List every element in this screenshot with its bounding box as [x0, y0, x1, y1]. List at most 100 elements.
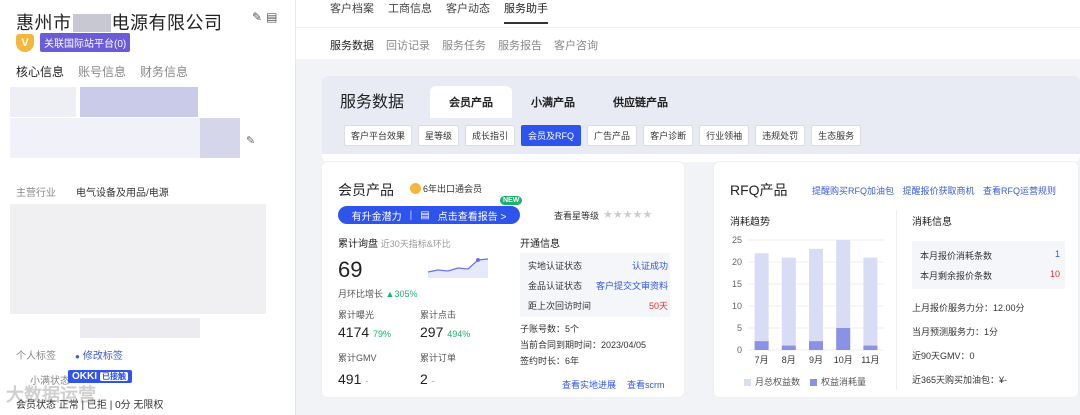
tab-customer-profile[interactable]: 客户档案	[330, 0, 374, 24]
chip-ad-products[interactable]: 广告产品	[587, 125, 638, 146]
view-onsite-progress-link[interactable]: 查看实地进展	[562, 378, 616, 391]
document-icon[interactable]: ▤	[266, 10, 277, 24]
left-tabs: 核心信息 账号信息 财务信息	[16, 63, 188, 80]
inquiry-label: 累计询盘 近30天指标&环比	[338, 235, 451, 250]
tab-finance-info[interactable]: 财务信息	[140, 63, 188, 80]
quota-used-label: 本月报价消耗条数	[920, 251, 993, 261]
exposure-value: 4174 79%	[338, 324, 391, 340]
medal-icon	[410, 183, 421, 194]
quota-used-row: 本月报价消耗条数 1	[920, 249, 1060, 262]
gmv-90-days: 近90天GMV：0	[912, 351, 975, 361]
legend-total-label: 月总权益数	[755, 377, 801, 387]
tab-customer-activity[interactable]: 客户动态	[446, 0, 490, 24]
quota-remaining-label: 本月剩余报价条数	[920, 271, 993, 281]
customer-sidebar: 惠州市 电源有限公司 ✎ ▤ V 关联国际站平台(0) 核心信息 账号信息 财务信息…	[0, 0, 296, 415]
y-tick-label: 10	[732, 301, 742, 311]
y-tick-label: 20	[732, 257, 742, 267]
bar-total	[754, 253, 769, 350]
last-month-score: 上月报价服务力分：12.00分	[912, 303, 1025, 313]
company-name: 惠州市 电源有限公司	[16, 9, 223, 35]
redacted-block	[80, 318, 200, 338]
edit-icon[interactable]: ✎	[252, 10, 262, 24]
legend-total: 月总权益数	[744, 377, 800, 387]
mom-growth: 月环比增长 ▲305%	[338, 287, 417, 300]
chip-member-rfq[interactable]: 会员及RFQ	[521, 125, 582, 146]
orders-value: 2 -	[420, 371, 435, 387]
pencil-icon[interactable]: ✎	[246, 134, 255, 147]
modify-tag-button[interactable]: 修改标签	[75, 347, 123, 362]
header-actions: ✎ ▤	[252, 10, 281, 24]
last-visit-value: 50天	[648, 301, 668, 311]
tab-service-assistant[interactable]: 服务助手	[504, 0, 548, 24]
remind-buy-rfq-link[interactable]: 提醒购买RFQ加油包	[812, 186, 894, 196]
tab-core-info[interactable]: 核心信息	[16, 63, 64, 80]
redacted-block	[10, 204, 266, 314]
legend-used-label: 权益消耗量	[821, 377, 867, 387]
view-star-level-link[interactable]: 查看星等级	[554, 209, 599, 222]
chip-violations[interactable]: 违规处罚	[755, 125, 806, 146]
intl-platform-tag[interactable]: 关联国际站平台(0)	[40, 33, 131, 52]
open-info-title: 开通信息	[520, 239, 560, 250]
gmv-number: 491	[338, 371, 362, 387]
upgrade-potential-label: 有升金潜力	[351, 211, 402, 223]
y-tick-label: 25	[732, 235, 742, 245]
main-industry-label: 主营行业	[16, 188, 56, 199]
rfq-product-card: RFQ产品 提醒购买RFQ加油包 提醒报价获取商机 查看RFQ运营规则 消耗趋势…	[714, 162, 1078, 397]
member-product-card: 会员产品 6年出口通会员 有升金潜力 | ▤ 点击查看报告 > NEW 查看星等…	[322, 162, 684, 397]
subtab-service-data[interactable]: 服务数据	[330, 37, 374, 53]
clicks-value: 297 494%	[420, 324, 470, 340]
orders-label: 累计订单	[420, 353, 457, 363]
chip-star-level[interactable]: 星等级	[418, 125, 460, 146]
subtab-service-tasks[interactable]: 服务任务	[442, 37, 486, 53]
legend-used-swatch	[810, 379, 818, 386]
y-tick-label: 0	[737, 345, 742, 355]
x-tick-label: 9月	[809, 355, 823, 365]
subtab-service-reports[interactable]: 服务报告	[498, 37, 542, 53]
bar-used	[863, 345, 878, 350]
upgrade-report-button[interactable]: 有升金潜力 | ▤ 点击查看报告 >	[338, 206, 520, 224]
contract-expiry: 当前合同到期时间：2023/04/05	[520, 340, 647, 350]
y-tick-label: 15	[732, 279, 742, 289]
y-tick-label: 5	[737, 323, 742, 333]
legend-total-swatch	[744, 379, 751, 386]
tab-member-products[interactable]: 会员产品	[430, 86, 512, 118]
last-visit-label: 距上次回访时间	[528, 301, 592, 311]
clicks-label: 累计点击	[420, 310, 457, 320]
redacted-block	[200, 118, 240, 158]
tab-okki-products[interactable]: 小满产品	[512, 86, 594, 118]
onsite-cert-label: 实地认证状态	[528, 261, 583, 271]
inquiry-sub-label: 近30天指标&环比	[380, 239, 451, 249]
subtab-customer-inquiry[interactable]: 客户咨询	[554, 37, 598, 53]
chip-eco-services[interactable]: 生态服务	[811, 125, 862, 146]
tab-supply-chain-products[interactable]: 供应链产品	[594, 86, 687, 118]
quota-used-value: 1	[1054, 249, 1060, 259]
tab-account-info[interactable]: 账号信息	[78, 63, 126, 80]
gold-cert-label: 金品认证状态	[528, 281, 583, 291]
subtab-visit-records[interactable]: 回访记录	[386, 37, 430, 53]
remind-quote-link[interactable]: 提醒报价获取商机	[903, 186, 975, 196]
chip-industry-leader[interactable]: 行业领袖	[699, 125, 750, 146]
gmv-label: 累计GMV	[338, 353, 377, 363]
main-industry-value: 电气设备及用品/电源	[76, 188, 169, 199]
inquiry-value: 69	[338, 257, 363, 282]
chip-platform-effect[interactable]: 客户平台效果	[344, 125, 413, 146]
bar-used	[754, 341, 769, 350]
gmv-value: 491 -	[338, 371, 368, 387]
onsite-cert-row: 实地认证状态 认证成功	[528, 259, 668, 272]
rfq-rules-link[interactable]: 查看RFQ运营规则	[983, 186, 1056, 196]
orders-suffix: -	[431, 376, 435, 386]
view-scrm-link[interactable]: 查看scrm	[627, 378, 665, 391]
bar-used	[809, 341, 823, 350]
onsite-cert-value: 认证成功	[631, 261, 668, 271]
quota-remaining-value: 10	[1049, 269, 1060, 279]
chip-growth-guide[interactable]: 成长指引	[465, 125, 516, 146]
bar-total	[863, 257, 878, 350]
personal-tag-label: 个人标签	[16, 351, 56, 362]
okki-status: 已接触	[100, 372, 128, 381]
redacted-block	[72, 14, 111, 32]
mom-value: 305%	[394, 289, 418, 299]
product-tabs: 会员产品 小满产品 供应链产品	[430, 86, 687, 118]
x-tick-label: 8月	[782, 355, 796, 365]
tab-business-info[interactable]: 工商信息	[388, 0, 432, 24]
chip-customer-diagnosis[interactable]: 客户诊断	[643, 125, 694, 146]
